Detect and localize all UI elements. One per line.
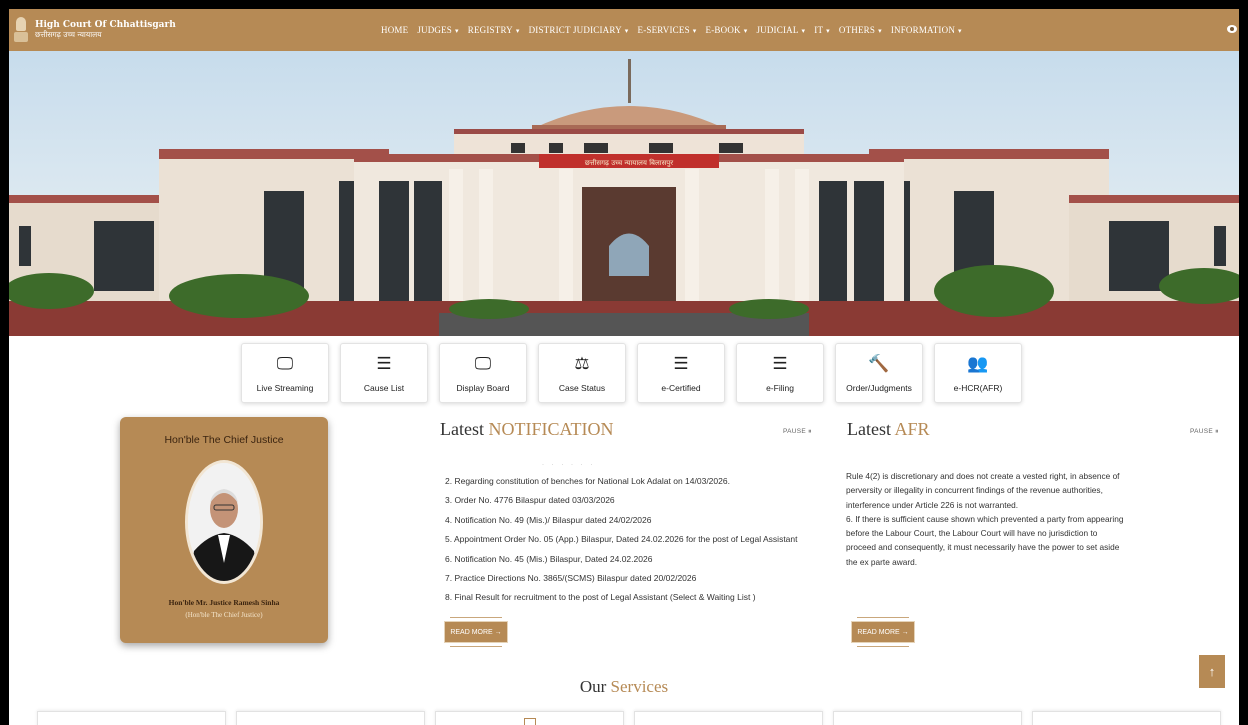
list-icon: ☰: [376, 354, 392, 373]
notification-item[interactable]: 3. Order No. 4776 Bilaspur dated 03/03/2…: [445, 491, 798, 510]
quick-link-label: Live Streaming: [256, 383, 314, 393]
service-card[interactable]: [236, 711, 425, 725]
page-frame: High Court Of Chhattisgarh छत्तीसगढ़ उच्…: [9, 9, 1239, 725]
nav-item-e-services[interactable]: E-SERVICES ▾: [638, 25, 697, 35]
service-card[interactable]: [634, 711, 823, 725]
emblem-icon: [13, 17, 29, 43]
accessibility-eye-icon[interactable]: [1227, 25, 1237, 33]
quick-link-label: Case Status: [558, 383, 606, 393]
quick-link-e-filing[interactable]: ☰ e-Filing: [736, 343, 824, 403]
list-icon: ☰: [772, 354, 788, 373]
quick-link-label: Display Board: [456, 383, 510, 393]
ticker-dots: · · · · · ·: [542, 462, 596, 468]
site-brand[interactable]: High Court Of Chhattisgarh छत्तीसगढ़ उच्…: [13, 17, 176, 43]
chevron-down-icon: ▾: [878, 27, 882, 35]
quick-link-label: e-HCR(AFR): [953, 383, 1003, 393]
chief-justice-heading: Hon'ble The Chief Justice: [164, 434, 284, 446]
chevron-down-icon: ▾: [801, 27, 806, 35]
monitor-icon: 🖵: [474, 354, 492, 373]
notification-item[interactable]: 7. Practice Directions No. 3865/(SCMS) B…: [445, 569, 798, 588]
nav-item-judges[interactable]: JUDGES ▾: [417, 25, 458, 35]
quick-link-label: Order/Judgments: [846, 383, 912, 393]
notification-item[interactable]: 4. Notification No. 49 (Mis.)/ Bilaspur …: [445, 511, 798, 530]
nav-item-registry[interactable]: REGISTRY ▾: [468, 25, 520, 35]
service-card[interactable]: [37, 711, 226, 725]
chief-justice-role: (Hon'ble The Chief Justice): [185, 611, 263, 619]
chevron-down-icon: ▾: [624, 27, 629, 35]
nav-item-information[interactable]: INFORMATION ▾: [891, 25, 962, 35]
afr-content: Rule 4(2) is discretionary and does not …: [846, 469, 1126, 569]
chief-justice-name[interactable]: Hon'ble Mr. Justice Ramesh Sinha: [120, 598, 328, 607]
nav-item-district-judiciary[interactable]: DISTRICT JUDICIARY ▾: [529, 25, 629, 35]
service-card[interactable]: [1032, 711, 1221, 725]
services-heading: Our Services: [579, 677, 669, 696]
afr-heading: Latest AFR: [847, 419, 930, 439]
quick-link-order-judgments[interactable]: 🔨 Order/Judgments: [835, 343, 923, 403]
notification-pause-button[interactable]: PAUSE ⏸: [783, 428, 812, 436]
monitor-icon: 🖵: [276, 354, 294, 373]
service-card[interactable]: [833, 711, 1022, 725]
afr-read-more-button[interactable]: READ MORE →: [851, 617, 915, 647]
chief-justice-photo: [185, 460, 263, 584]
nav-item-home[interactable]: HOME: [381, 25, 408, 35]
chevron-down-icon: ▾: [692, 27, 697, 35]
chevron-down-icon: ▾: [515, 27, 520, 35]
quick-link-live-streaming[interactable]: 🖵 Live Streaming: [241, 343, 329, 403]
chief-justice-card: Hon'ble The Chief Justice Hon'ble Mr. Ju…: [120, 417, 328, 643]
notification-heading: Latest NOTIFICATION: [440, 419, 614, 439]
scale-icon: ⚖: [574, 354, 590, 373]
nav-item-it[interactable]: IT ▾: [814, 25, 830, 35]
chevron-down-icon: ▾: [743, 27, 748, 35]
main-menu: HOME JUDGES ▾ REGISTRY ▾ DISTRICT JUDICIARY ▾ E…: [381, 25, 971, 35]
users-icon: 👥: [967, 354, 989, 373]
quick-link-case-status[interactable]: ⚖ Case Status: [538, 343, 626, 403]
notification-item[interactable]: 6. Notification No. 45 (Mis.) Bilaspur, …: [445, 550, 798, 569]
hero-banner-text: छत्तीसगढ़ उच्च न्यायालय बिलासपुर: [585, 158, 673, 167]
notification-item[interactable]: 5. Appointment Order No. 05 (App.) Bilas…: [445, 530, 798, 549]
quick-link-label: e-Certified: [661, 383, 701, 393]
brand-subtitle: छत्तीसगढ़ उच्च न्यायालय: [35, 29, 102, 39]
chevron-down-icon: ▾: [455, 27, 459, 35]
notification-list: 2. Regarding constitution of benches for…: [445, 472, 798, 608]
service-card[interactable]: [435, 711, 624, 725]
quick-link-label: e-Filing: [766, 383, 794, 393]
nav-item-e-book[interactable]: E-BOOK ▾: [706, 25, 748, 35]
nav-item-others[interactable]: OTHERS ▾: [839, 25, 882, 35]
list-icon: ☰: [673, 354, 689, 373]
notification-item[interactable]: 8. Final Result for recruitment to the p…: [445, 588, 798, 607]
quick-link-e-hcr-afr-[interactable]: 👥 e-HCR(AFR): [934, 343, 1022, 403]
notification-item[interactable]: 2. Regarding constitution of benches for…: [445, 472, 798, 491]
afr-pause-button[interactable]: PAUSE ⏸: [1190, 428, 1219, 436]
quick-link-display-board[interactable]: 🖵 Display Board: [439, 343, 527, 403]
nav-item-judicial[interactable]: JUDICIAL ▾: [756, 25, 805, 35]
chevron-down-icon: ▾: [958, 27, 962, 35]
hero-building-image: छत्तीसगढ़ उच्च न्यायालय बिलासपुर: [9, 51, 1239, 336]
gavel-icon: 🔨: [868, 354, 890, 373]
afr-paragraph[interactable]: 6. If there is sufficient cause shown wh…: [846, 512, 1126, 569]
chevron-down-icon: ▾: [826, 27, 830, 35]
quick-link-e-certified[interactable]: ☰ e-Certified: [637, 343, 725, 403]
quick-link-label: Cause List: [363, 383, 405, 393]
services-row: [37, 711, 1221, 725]
notification-read-more-button[interactable]: READ MORE →: [444, 617, 508, 647]
quick-links: 🖵 Live Streaming ☰ Cause List 🖵 Display Board…: [241, 343, 1022, 403]
afr-paragraph[interactable]: Rule 4(2) is discretionary and does not …: [846, 469, 1126, 512]
quick-link-cause-list[interactable]: ☰ Cause List: [340, 343, 428, 403]
top-navbar: High Court Of Chhattisgarh छत्तीसगढ़ उच्…: [9, 9, 1239, 51]
